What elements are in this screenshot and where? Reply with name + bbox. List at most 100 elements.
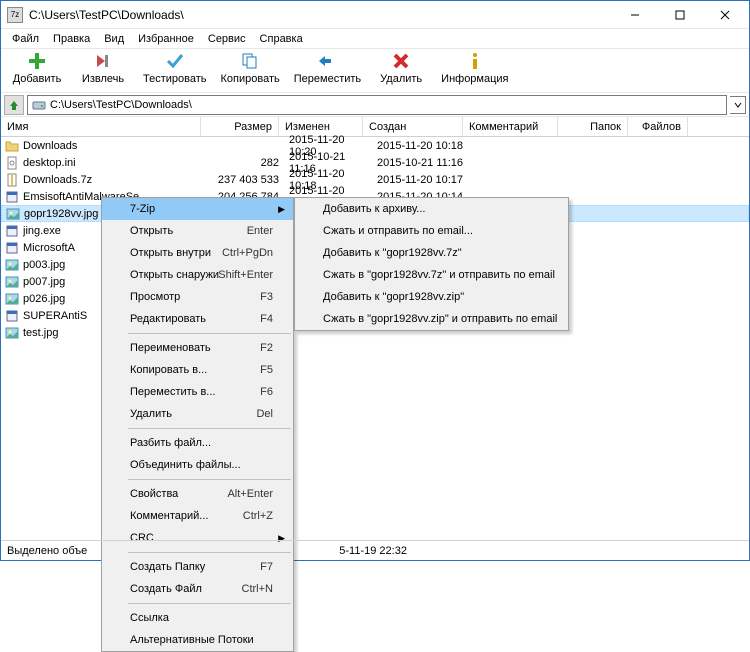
test-label: Тестировать xyxy=(143,73,207,85)
info-button[interactable]: Информация xyxy=(441,51,508,85)
ctx-shortcut: Ctrl+Z xyxy=(243,510,273,522)
column-name[interactable]: Имя xyxy=(1,117,201,136)
copy-icon xyxy=(240,51,260,71)
add-button[interactable]: Добавить xyxy=(11,51,63,85)
info-label: Информация xyxy=(441,73,508,85)
copy-button[interactable]: Копировать xyxy=(221,51,280,85)
ctx-ссылка[interactable]: Ссылка xyxy=(102,607,293,629)
ctx-объединить-файлы-[interactable]: Объединить файлы... xyxy=(102,454,293,476)
exe-icon xyxy=(5,241,19,255)
context-menu: 7-Zip▶ОткрытьEnterОткрыть внутриCtrl+PgD… xyxy=(101,197,294,652)
submenu-item[interactable]: Сжать в "gopr1928vv.zip" и отправить по … xyxy=(295,308,568,330)
ctx-label: 7-Zip xyxy=(130,203,155,215)
exe-icon xyxy=(5,190,19,204)
file-name: p026.jpg xyxy=(23,293,103,305)
chevron-down-icon xyxy=(734,101,742,109)
ctx-копировать-в-[interactable]: Копировать в... F5 xyxy=(102,359,293,381)
submenu-item[interactable]: Сжать и отправить по email... xyxy=(295,220,568,242)
ctx-открыть-внутри[interactable]: Открыть внутриCtrl+PgDn xyxy=(102,242,293,264)
move-icon xyxy=(317,51,337,71)
ctx-label: Переименовать xyxy=(130,342,211,354)
menu-справка[interactable]: Справка xyxy=(253,31,310,47)
img-icon xyxy=(5,275,19,289)
ctx-label: Просмотр xyxy=(130,291,180,303)
address-bar: C:\Users\TestPC\Downloads\ xyxy=(1,93,749,117)
column-files[interactable]: Файлов xyxy=(628,117,688,136)
ctx-label: Создать Файл xyxy=(130,583,202,595)
ctx-разбить-файл-[interactable]: Разбить файл... xyxy=(102,432,293,454)
file-size: 237 403 533 xyxy=(207,174,285,186)
ctx-комментарий-[interactable]: Комментарий... Ctrl+Z xyxy=(102,505,293,527)
ctx-shortcut: F5 xyxy=(260,364,273,376)
address-dropdown-button[interactable] xyxy=(730,96,746,114)
ctx-label: Комментарий... xyxy=(130,510,208,522)
file-created: 2015-11-20 10:18 xyxy=(377,140,477,152)
ctx-shortcut: Alt+Enter xyxy=(227,488,273,500)
ctx-открыть[interactable]: ОткрытьEnter xyxy=(102,220,293,242)
ctx-создать-файл[interactable]: Создать Файл Ctrl+N xyxy=(102,578,293,600)
close-button[interactable] xyxy=(702,1,747,28)
menu-файл[interactable]: Файл xyxy=(5,31,46,47)
address-input[interactable]: C:\Users\TestPC\Downloads\ xyxy=(27,95,727,115)
menu-вид[interactable]: Вид xyxy=(97,31,131,47)
delete-button[interactable]: Удалить xyxy=(375,51,427,85)
minimize-button[interactable] xyxy=(612,1,657,28)
ctx-shortcut: Del xyxy=(256,408,273,420)
ctx-переименовать[interactable]: Переименовать F2 xyxy=(102,337,293,359)
column-size[interactable]: Размер xyxy=(201,117,279,136)
ctx-свойства[interactable]: СвойстваAlt+Enter xyxy=(102,483,293,505)
column-created[interactable]: Создан xyxy=(363,117,463,136)
ctx-shortcut: Ctrl+N xyxy=(242,583,273,595)
delete-label: Удалить xyxy=(380,73,422,85)
column-headers: ИмяРазмерИзмененСозданКомментарийПапокФа… xyxy=(1,117,749,137)
menu-сервис[interactable]: Сервис xyxy=(201,31,253,47)
ctx-переместить-в-[interactable]: Переместить в...F6 xyxy=(102,381,293,403)
menu-правка[interactable]: Правка xyxy=(46,31,97,47)
ctx-удалить[interactable]: УдалитьDel xyxy=(102,403,293,425)
menu-избранное[interactable]: Избранное xyxy=(131,31,201,47)
column-comment[interactable]: Комментарий xyxy=(463,117,558,136)
ctx-separator xyxy=(128,333,291,334)
submenu-item[interactable]: Сжать в "gopr1928vv.7z" и отправить по e… xyxy=(295,264,568,286)
ctx-label: Копировать в... xyxy=(130,364,207,376)
extract-label: Извлечь xyxy=(82,73,124,85)
ctx-просмотр[interactable]: ПросмотрF3 xyxy=(102,286,293,308)
column-folders[interactable]: Папок xyxy=(558,117,628,136)
file-name: jing.exe xyxy=(23,225,103,237)
ctx-shortcut: F2 xyxy=(260,342,273,354)
submenu-item[interactable]: Добавить к "gopr1928vv.7z" xyxy=(295,242,568,264)
ctx-separator xyxy=(128,479,291,480)
file-name: Downloads xyxy=(23,140,203,152)
submenu-item[interactable]: Добавить к архиву... xyxy=(295,198,568,220)
ini-icon xyxy=(5,156,19,170)
arc-icon xyxy=(5,173,19,187)
ctx-shortcut: Shift+Enter xyxy=(218,269,273,281)
window-controls xyxy=(612,1,747,28)
ctx-альтернативные-потоки[interactable]: Альтернативные Потоки xyxy=(102,629,293,651)
file-name: SUPERAntiS xyxy=(23,310,103,322)
file-name: MicrosoftA xyxy=(23,242,103,254)
file-name: desktop.ini xyxy=(23,157,203,169)
up-button[interactable] xyxy=(4,95,24,115)
add-label: Добавить xyxy=(13,73,62,85)
submenu-item[interactable]: Добавить к "gopr1928vv.zip" xyxy=(295,286,568,308)
ctx-label: Разбить файл... xyxy=(130,437,211,449)
move-label: Переместить xyxy=(294,73,361,85)
ctx-открыть-снаружи[interactable]: Открыть снаружиShift+Enter xyxy=(102,264,293,286)
file-name: test.jpg xyxy=(23,327,103,339)
ctx-shortcut: F7 xyxy=(260,561,273,573)
extract-button[interactable]: Извлечь xyxy=(77,51,129,85)
ctx-shortcut: Ctrl+PgDn xyxy=(222,247,273,259)
maximize-button[interactable] xyxy=(657,1,702,28)
ctx-label: Альтернативные Потоки xyxy=(130,634,254,646)
move-button[interactable]: Переместить xyxy=(294,51,361,85)
status-bar: Выделено объе 5-11-19 22:32 xyxy=(1,540,749,560)
ctx-редактировать[interactable]: РедактироватьF4 xyxy=(102,308,293,330)
ctx-shortcut: F4 xyxy=(260,313,273,325)
file-row[interactable]: Downloads2015-11-20 10:202015-11-20 10:1… xyxy=(1,137,749,154)
test-button[interactable]: Тестировать xyxy=(143,51,207,85)
file-row[interactable]: desktop.ini2822015-10-21 11:162015-10-21… xyxy=(1,154,749,171)
ctx-7-zip[interactable]: 7-Zip▶ xyxy=(102,198,293,220)
file-row[interactable]: Downloads.7z237 403 5332015-11-20 10:182… xyxy=(1,171,749,188)
app-icon: 7z xyxy=(7,7,23,23)
